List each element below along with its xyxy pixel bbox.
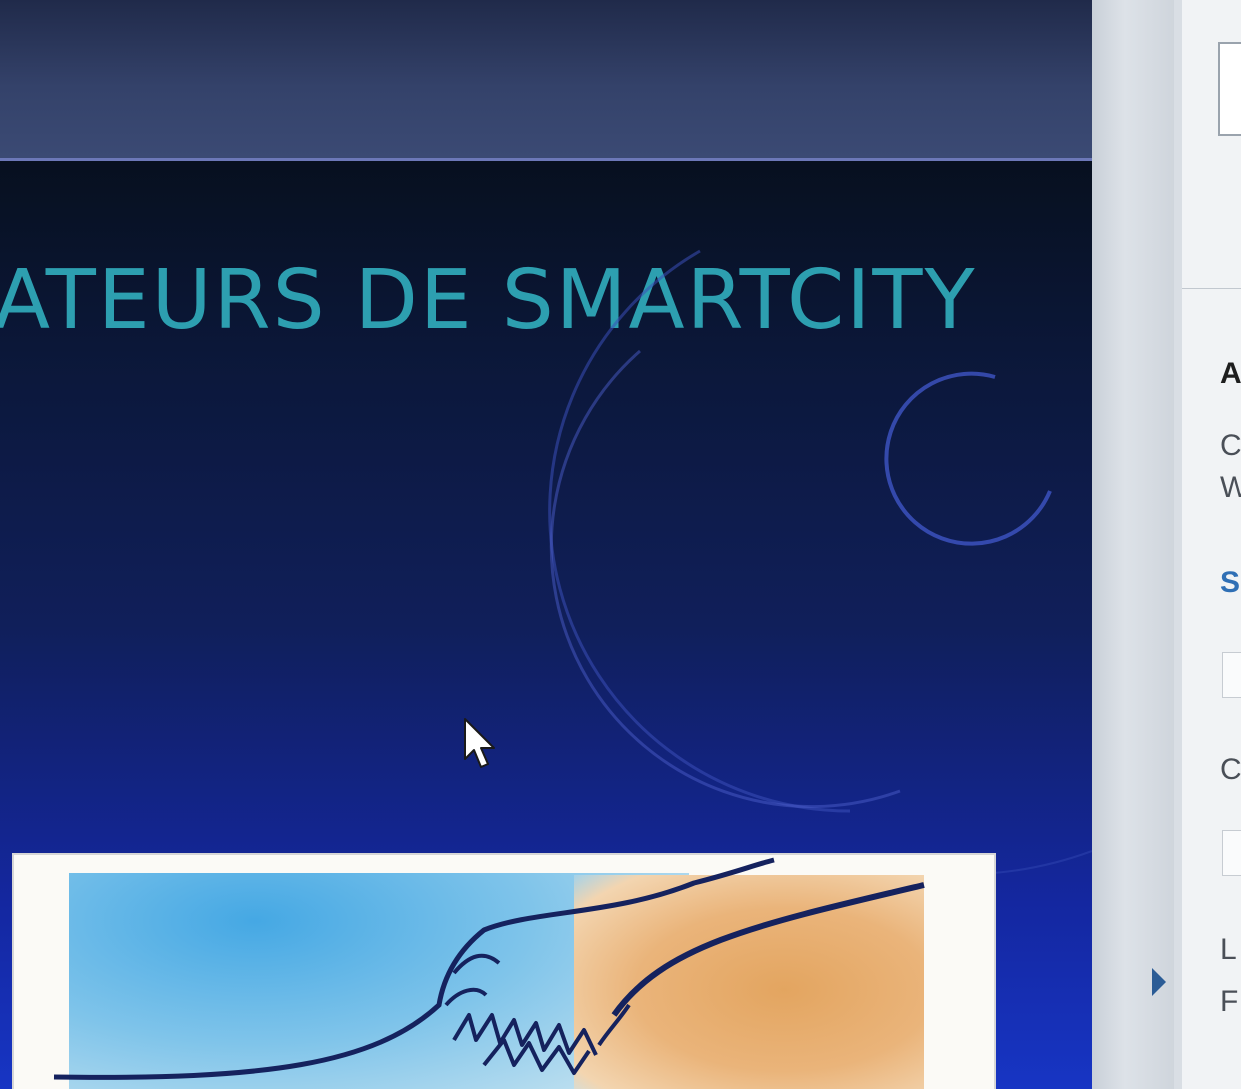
- pane-label: L: [1220, 933, 1237, 966]
- slide-canvas[interactable]: ATEURS DE SMARTCITY: [0, 161, 1092, 1089]
- pane-label: C: [1220, 429, 1241, 462]
- pane-separator: [1182, 288, 1241, 289]
- pane-top-box[interactable]: [1218, 42, 1241, 136]
- ribbon-area: [0, 0, 1092, 161]
- expand-arrow-icon[interactable]: [1152, 968, 1166, 996]
- pane-input-field[interactable]: [1222, 652, 1241, 698]
- pane-heading: A: [1220, 357, 1241, 390]
- properties-pane: A C W S C L F: [1092, 0, 1241, 1089]
- pane-label: C: [1220, 753, 1241, 786]
- pane-content: [1182, 0, 1241, 1089]
- hands-illustration: [53, 857, 925, 1080]
- slide-title[interactable]: ATEURS DE SMARTCITY: [0, 253, 977, 348]
- pane-label: F: [1220, 985, 1239, 1018]
- slide-image[interactable]: [12, 853, 996, 1089]
- mouse-pointer-icon: [464, 718, 495, 768]
- pane-label: W: [1220, 471, 1241, 504]
- pane-link[interactable]: S: [1220, 565, 1240, 601]
- pane-input-field[interactable]: [1222, 830, 1241, 876]
- pane-scroll-strip: [1092, 0, 1174, 1089]
